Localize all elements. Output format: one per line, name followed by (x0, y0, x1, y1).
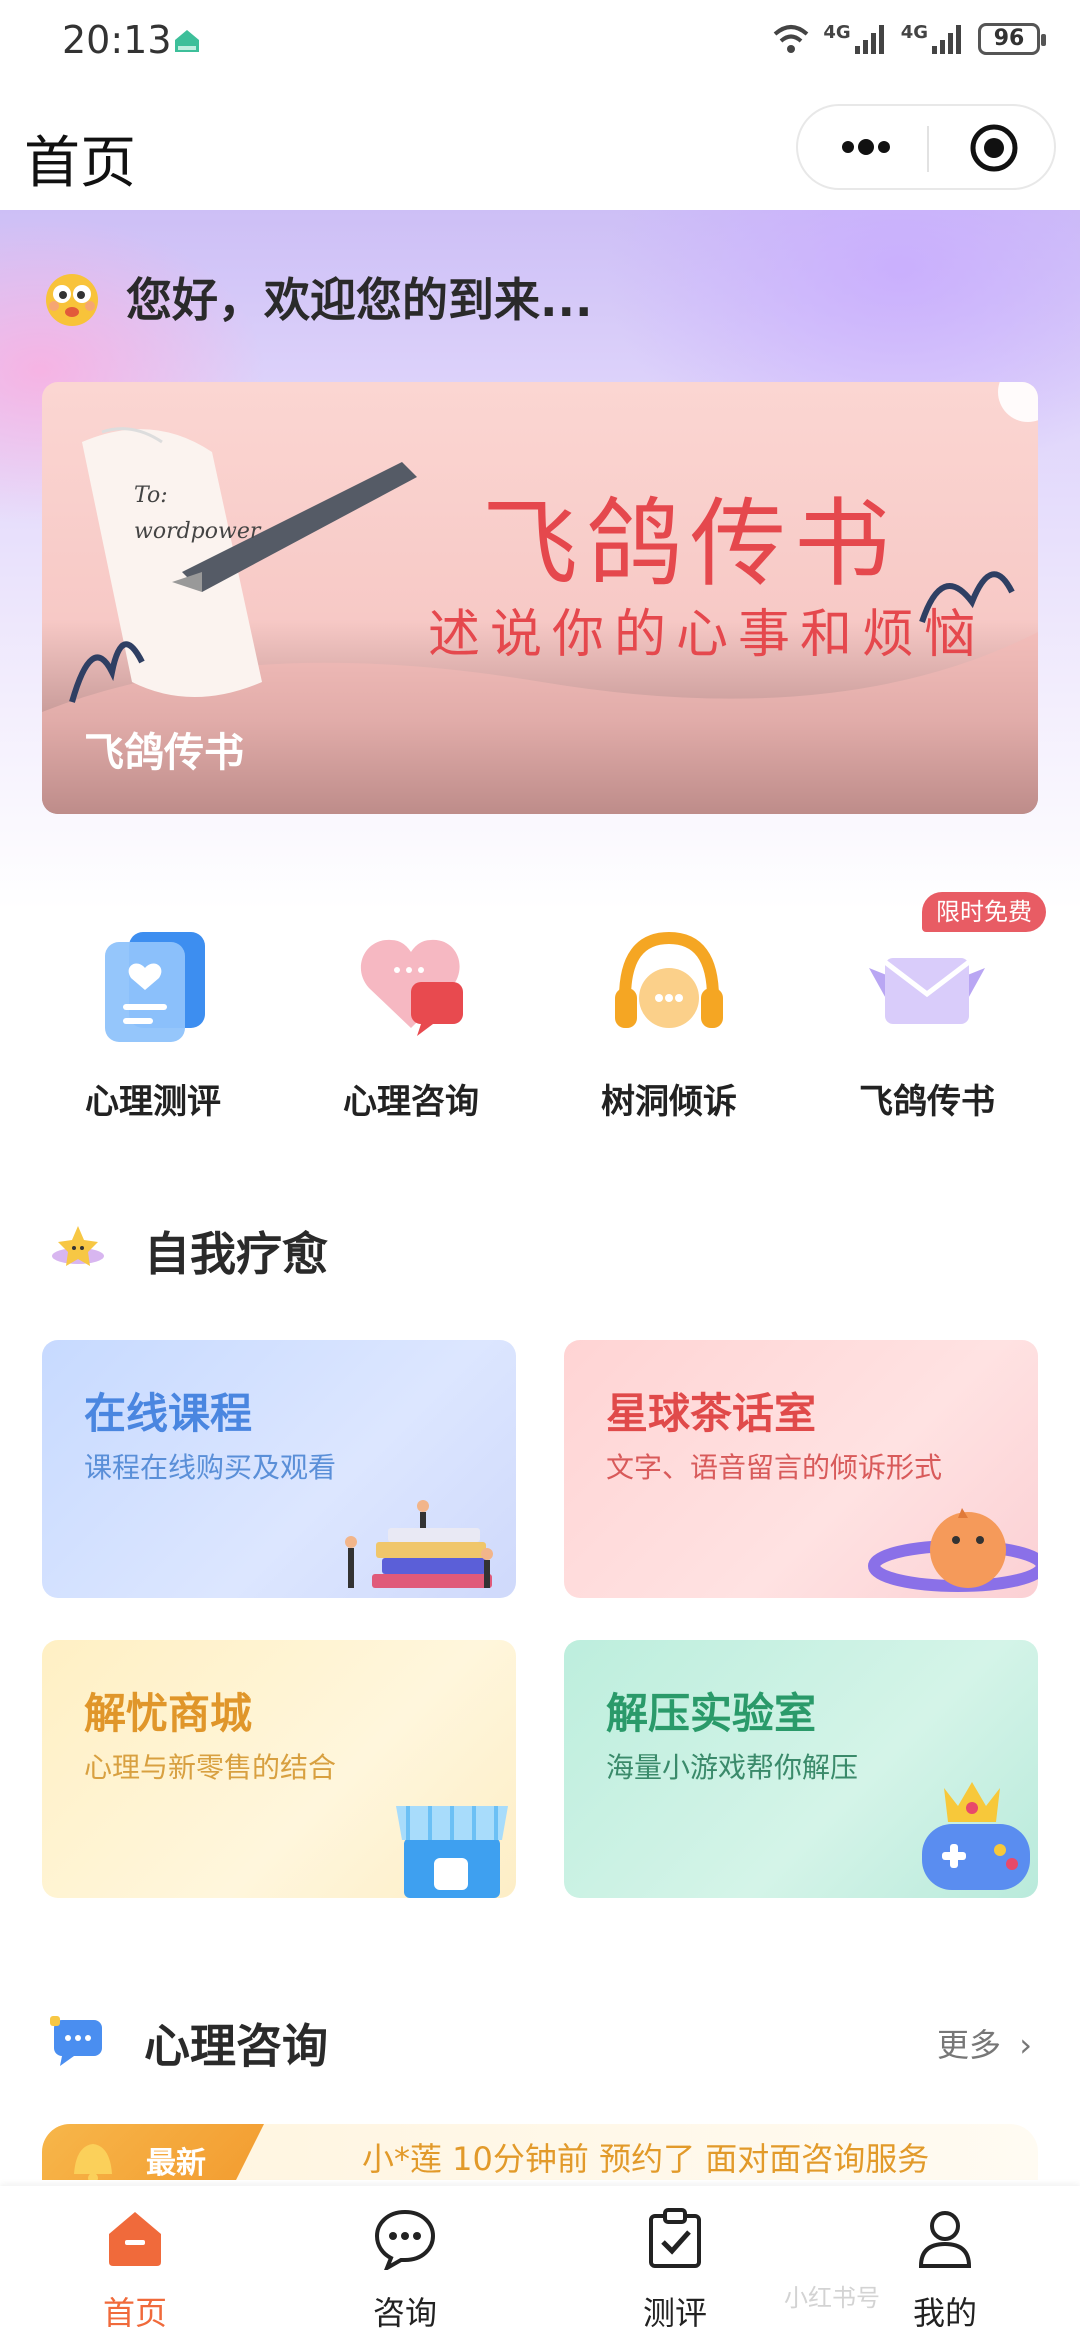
quick-entry-label: 树洞倾诉 (601, 1082, 737, 1122)
quick-entry-treehole[interactable]: 树洞倾诉 (554, 910, 784, 1130)
card-desc: 海量小游戏帮你解压 (606, 1751, 859, 1784)
quick-entry-consult[interactable]: 心理咨询 (296, 910, 526, 1130)
title-bar: 首页 (0, 84, 1080, 210)
greeting-text: 您好，欢迎您的到来... (126, 273, 593, 327)
tab-label: 咨询 (372, 2294, 437, 2332)
signal-icon-2 (932, 25, 961, 54)
heart-chat-icon (360, 939, 463, 1036)
close-target-icon[interactable] (968, 122, 1020, 174)
home-status-icon (175, 30, 199, 52)
mini-program-capsule (796, 104, 1056, 190)
wifi-icon (774, 25, 809, 53)
consult-notice-bar[interactable]: 最新 小*莲 10分钟前 预约了 面对面咨询服务 (42, 2124, 1038, 2180)
tab-profile[interactable]: 我的 (810, 2186, 1080, 2340)
card-title: 星球茶话室 (606, 1389, 817, 1438)
chat-bubble-section-icon (50, 2016, 102, 2066)
card-desc: 课程在线购买及观看 (84, 1451, 337, 1484)
status-indicators: 4G 4G 96 (771, 21, 1046, 56)
clipboard-check-icon (649, 2208, 701, 2268)
more-link[interactable]: 更多 › (937, 2020, 1032, 2066)
notice-tag: 最新 (42, 2124, 264, 2180)
card-planet-tearoom[interactable]: 星球茶话室 文字、语音留言的倾诉形式 (564, 1340, 1038, 1598)
card-title: 在线课程 (84, 1389, 253, 1438)
card-relief-mall[interactable]: 解忧商城 心理与新零售的结合 (42, 1640, 516, 1898)
quick-entry-assessment[interactable]: 心理测评 (38, 910, 268, 1130)
tab-label: 测评 (642, 2294, 707, 2332)
limited-free-badge: 限时免费 (922, 892, 1046, 932)
capsule-divider (927, 126, 929, 172)
notice-text: 小*莲 10分钟前 预约了 面对面咨询服务 (362, 2140, 930, 2178)
bell-icon (74, 2144, 112, 2180)
banner-caption: 飞鸽传书 (84, 730, 244, 776)
tab-consult[interactable]: 咨询 (270, 2186, 540, 2340)
quick-entry-feige[interactable]: 飞鸽传书 (812, 910, 1042, 1130)
network-type-1: 4G (823, 21, 851, 43)
tab-home[interactable]: 首页 (0, 2186, 270, 2340)
shop-illustration-icon (396, 1806, 508, 1898)
card-title: 解压实验室 (606, 1689, 817, 1738)
status-time: 20:13 (62, 18, 172, 62)
quick-entry-label: 心理咨询 (343, 1082, 479, 1122)
headphone-chat-icon (615, 931, 723, 1028)
card-online-course[interactable]: 在线课程 课程在线购买及观看 (42, 1340, 516, 1598)
watermark: 小红书号 (784, 2284, 880, 2312)
card-desc: 心理与新零售的结合 (84, 1751, 337, 1784)
books-illustration-icon (345, 1500, 493, 1588)
tab-label: 首页 (102, 2294, 167, 2332)
chat-bubble-icon (374, 2209, 436, 2270)
user-icon (918, 2211, 972, 2268)
page-title: 首页 (24, 131, 136, 196)
banner-handwriting-2: wordpower (134, 519, 262, 544)
tab-assessment[interactable]: 测评 (540, 2186, 810, 2340)
heart-card-icon (105, 932, 205, 1042)
banner-subtitle: 述说你的心事和烦恼 (428, 605, 987, 665)
feige-banner[interactable]: To: wordpower 飞鸽传书 述说你的心事和烦恼 飞鸽传书 (42, 382, 1038, 814)
planet-illustration-icon (868, 1508, 1038, 1592)
consult-header: 心理咨询 更多 › (0, 2000, 1080, 2080)
banner-title: 飞鸽传书 (482, 488, 898, 600)
chevron-right-icon: › (1019, 2026, 1032, 2064)
quick-entry-label: 飞鸽传书 (859, 1082, 995, 1122)
more-options-icon[interactable] (836, 124, 896, 170)
notice-tag-text: 最新 (146, 2146, 206, 2180)
quick-entry-row: 心理测评 心理咨询 树洞倾诉 飞鸽传书 (0, 910, 1080, 1130)
bottom-tab-bar: 首页 咨询 测评 我的 (0, 2186, 1080, 2340)
home-icon (109, 2212, 161, 2266)
star-planet-icon (52, 1226, 104, 1266)
section-title: 心理咨询 (144, 2019, 328, 2073)
card-title: 解忧商城 (84, 1689, 253, 1738)
battery-indicator: 96 (978, 23, 1046, 55)
status-bar: 20:13 4G 4G 96 (0, 0, 1080, 84)
gamepad-crown-icon (922, 1782, 1030, 1890)
banner-handwriting-1: To: (134, 483, 168, 508)
winged-envelope-icon (869, 958, 985, 1024)
section-title: 自我疗愈 (144, 1227, 328, 1281)
signal-icon-1 (854, 25, 884, 54)
network-type-2: 4G (900, 21, 928, 43)
more-label: 更多 (937, 2026, 1002, 2064)
card-decompress-lab[interactable]: 解压实验室 海量小游戏帮你解压 (564, 1640, 1038, 1898)
quick-entry-label: 心理测评 (85, 1082, 221, 1122)
self-healing-header: 自我疗愈 (0, 1208, 1080, 1288)
emoji-face-icon (46, 274, 98, 326)
